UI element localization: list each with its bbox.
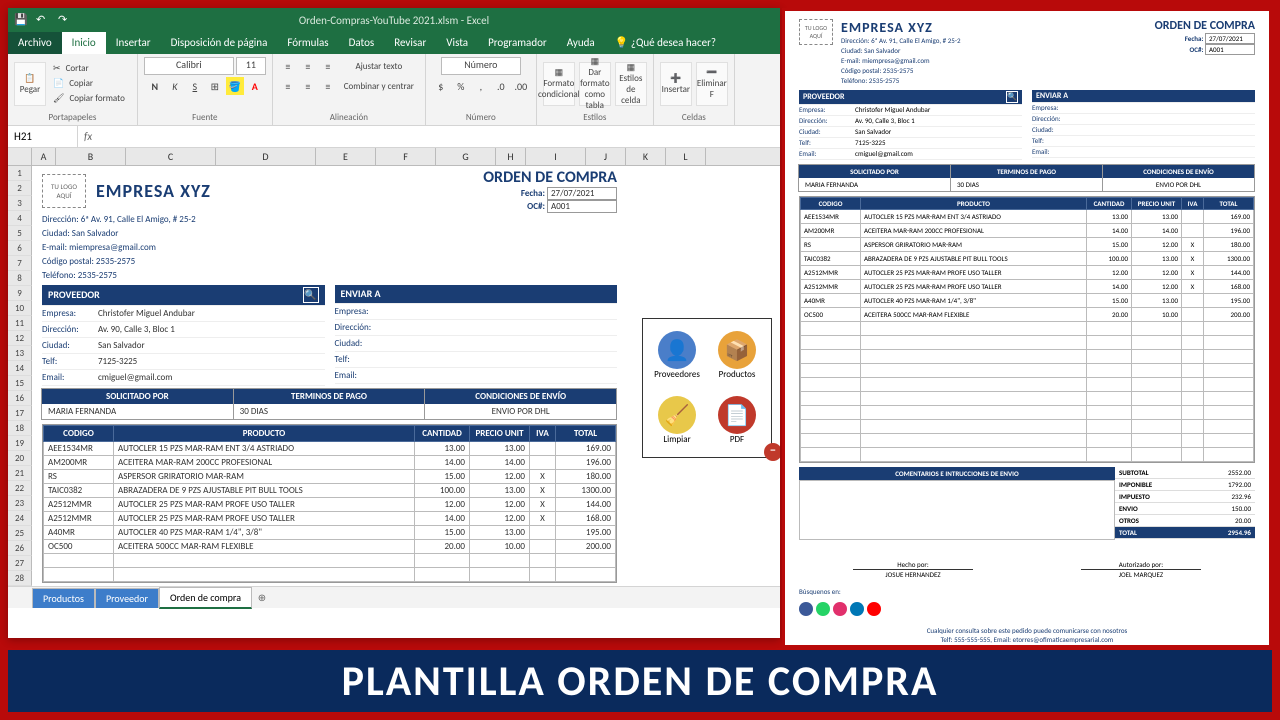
tell-me[interactable]: 💡 ¿Qué desea hacer? [605, 32, 726, 54]
limpiar-button[interactable]: 🧹Limpiar [649, 390, 705, 451]
delete-cells-button[interactable]: ➖Eliminar F [696, 62, 728, 106]
company-postal: Código postal: 2535-2575 [42, 255, 627, 269]
tab-archivo[interactable]: Archivo [8, 32, 62, 54]
tab-inicio[interactable]: Inicio [62, 32, 106, 54]
titlebar: 💾 ↶ ↷ Orden-Compras-YouTube 2021.xlsm - … [8, 8, 780, 32]
po-title: ORDEN DE COMPRA [483, 168, 617, 187]
tab-productos[interactable]: Productos [32, 588, 95, 608]
sheet-tabs: Productos Proveedor Orden de compra ⊕ [8, 586, 780, 608]
video-title-banner: PLANTILLA ORDEN DE COMPRA [8, 650, 1272, 712]
po-date[interactable]: 27/07/2021 [547, 187, 617, 200]
merge-button[interactable]: Combinar y centrar [339, 77, 419, 95]
font-name[interactable]: Calibri [144, 57, 234, 75]
productos-button[interactable]: 📦Productos [709, 325, 765, 386]
company-city: Ciudad: San Salvador [42, 227, 627, 241]
print-preview: TU LOGO AQUÍ EMPRESA XYZ Dirección: 6ª A… [782, 8, 1272, 648]
fill-color-button[interactable]: 🪣 [226, 77, 244, 95]
whatsapp-icon [816, 602, 830, 616]
tab-insertar[interactable]: Insertar [106, 32, 161, 54]
italic-button[interactable]: K [166, 77, 184, 95]
font-label: Fuente [144, 112, 266, 123]
tab-orden-compra[interactable]: Orden de compra [159, 587, 252, 609]
company-address: Dirección: 6ª Av. 91, Calle El Amigo, # … [42, 213, 627, 227]
add-sheet-button[interactable]: ⊕ [252, 591, 272, 604]
styles-label: Estilos [543, 112, 647, 123]
copy-button[interactable]: 📄 Copiar [50, 77, 131, 90]
youtube-icon [867, 602, 881, 616]
facebook-icon [799, 602, 813, 616]
fx-icon[interactable]: fx [78, 130, 98, 143]
redo-icon[interactable]: ↷ [58, 13, 72, 27]
align-label: Alineación [279, 112, 419, 123]
tab-ayuda[interactable]: Ayuda [557, 32, 605, 54]
company-phone: Teléfono: 2535-2575 [42, 269, 627, 283]
format-painter-button[interactable]: 🖌 Copiar formato [50, 92, 131, 105]
paste-button[interactable]: 📋Pegar [14, 62, 46, 106]
font-size[interactable]: 11 [236, 57, 266, 75]
proveedores-button[interactable]: 👤Proveedores [649, 325, 705, 386]
font-color-button[interactable]: A [246, 77, 264, 95]
logo-placeholder: TU LOGO AQUÍ [42, 174, 86, 208]
ribbon-tabs: Archivo Inicio Insertar Disposición de p… [8, 32, 780, 54]
tab-formulas[interactable]: Fórmulas [277, 32, 338, 54]
save-icon[interactable]: 💾 [14, 13, 28, 27]
macro-panel: 👤Proveedores 📦Productos 🧹Limpiar 📄PDF [642, 318, 772, 458]
formula-bar: H21 fx [8, 126, 780, 148]
number-label: Número [432, 112, 530, 123]
excel-window: 💾 ↶ ↷ Orden-Compras-YouTube 2021.xlsm - … [8, 8, 780, 638]
bold-button[interactable]: N [146, 77, 164, 95]
pdf-button[interactable]: 📄PDF [709, 390, 765, 451]
insert-cells-button[interactable]: ➕Insertar [660, 62, 692, 106]
tab-programador[interactable]: Programador [478, 32, 557, 54]
clipboard-label: Portapapeles [14, 112, 131, 123]
tab-datos[interactable]: Datos [339, 32, 385, 54]
worksheet-grid[interactable]: ABCDEFGHIJKL 123456789101112131415161718… [8, 148, 780, 586]
search-proveedor-icon[interactable]: 🔍 [303, 287, 319, 303]
tab-revisar[interactable]: Revisar [384, 32, 436, 54]
tab-proveedor[interactable]: Proveedor [95, 588, 159, 608]
cells-label: Celdas [660, 112, 728, 123]
cell-styles-button[interactable]: ▦Estilos de celda [615, 62, 647, 106]
table-format-button[interactable]: ▦Dar formato como tabla [579, 62, 611, 106]
delete-row-button[interactable]: − [764, 443, 780, 461]
wrap-text-button[interactable]: Ajustar texto [339, 57, 419, 75]
window-title: Orden-Compras-YouTube 2021.xlsm - Excel [299, 14, 489, 27]
cut-button[interactable]: ✂ Cortar [50, 62, 131, 75]
number-format[interactable]: Número [441, 57, 521, 75]
name-box[interactable]: H21 [8, 126, 78, 147]
items-table[interactable]: CODIGO PRODUCTO CANTIDAD PRECIO UNIT IVA… [42, 424, 617, 583]
company-email: E-mail: miempresa@gmail.com [42, 241, 627, 255]
column-headers: ABCDEFGHIJKL [8, 148, 780, 166]
cond-format-button[interactable]: ▦Formato condicional [543, 62, 575, 106]
company-name: EMPRESA XYZ [96, 180, 211, 202]
instagram-icon [833, 602, 847, 616]
ribbon: 📋Pegar ✂ Cortar 📄 Copiar 🖌 Copiar format… [8, 54, 780, 126]
tab-vista[interactable]: Vista [436, 32, 478, 54]
po-number[interactable]: A001 [547, 200, 617, 213]
linkedin-icon [850, 602, 864, 616]
row-headers: 1234567891011121314151617181920212223242… [8, 166, 32, 586]
underline-button[interactable]: S [186, 77, 204, 95]
tab-disposicion[interactable]: Disposición de página [161, 32, 278, 54]
border-button[interactable]: ⊞ [206, 77, 224, 95]
undo-icon[interactable]: ↶ [36, 13, 50, 27]
